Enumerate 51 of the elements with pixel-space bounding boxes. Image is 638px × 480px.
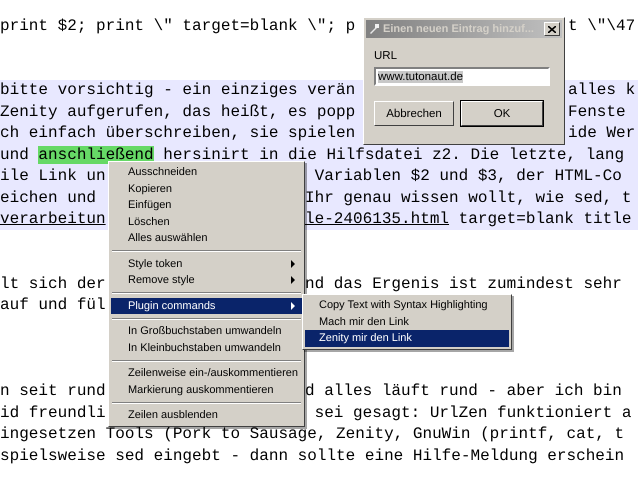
code-text: Ihr genau wissen wollt, wie sed, t [305, 188, 632, 207]
link-text: le-2406135.html [305, 210, 450, 228]
menu-item[interactable]: In Großbuchstaben umwandeln [111, 323, 302, 340]
code-text: id freundli [0, 404, 106, 422]
code-text: Zenity aufgerufen, das heißt, es popp [0, 102, 356, 121]
menu-item[interactable]: Copy Text with Syntax Highlighting [305, 297, 509, 314]
app-icon [369, 24, 379, 34]
code-text: ide Wer [568, 124, 636, 142]
code-text: target=blank title [458, 210, 632, 228]
highlighted-word: anschließend [38, 146, 154, 164]
code-text: alles k [568, 81, 636, 100]
code-text: ile Link un [0, 167, 106, 186]
menu-item[interactable]: Ausschneiden [111, 164, 302, 180]
close-icon [548, 26, 556, 32]
menu-item[interactable]: Alles auswählen [111, 230, 302, 246]
code-text: bitte vorsichtig - ein einziges verän [0, 81, 356, 100]
url-field[interactable]: www.tutonaut.de [374, 67, 550, 86]
code-text: eichen und [0, 188, 96, 207]
menu-item[interactable]: Style token [111, 256, 302, 272]
menu-item[interactable]: Remove style [111, 272, 302, 288]
code-text: Fenste [568, 102, 626, 121]
code-text: und [0, 146, 30, 164]
code-text: ch einfach überschreiben, sie spielen [0, 124, 356, 142]
dialog-button[interactable]: OK [461, 101, 543, 126]
code-text: spielsweise sed eingebt - dann sollte eine Hilfe-Meldung erschein [0, 446, 624, 465]
code-text: n seit rund [0, 382, 106, 400]
close-button[interactable] [544, 22, 560, 36]
menu-item[interactable]: Mach mir den Link [305, 314, 509, 330]
code-text: print $2; print \" target=blank \"; p [0, 16, 356, 35]
code-text: nd das Ergenis ist zumindest sehr [305, 274, 622, 293]
code-text: hersinirt in die Hilfsdatei z2. Die letzte, lang [162, 146, 624, 164]
menu-item[interactable]: Löschen [111, 214, 302, 230]
code-text: sei gesagt: UrlZen funktioniert a [314, 404, 632, 422]
link-text: verarbeitun [0, 210, 106, 228]
menu-item[interactable]: Markierung auskommentieren [111, 382, 302, 398]
menu-item[interactable]: In Kleinbuchstaben umwandeln [111, 340, 302, 356]
menu-item[interactable]: Zeilenweise ein-/auskommentieren [111, 365, 302, 382]
code-text: t \"\47 [568, 16, 636, 35]
field-label: URL [374, 50, 398, 62]
menu-item[interactable]: Einfügen [111, 197, 302, 214]
code-text: ingesetzen Tools (Pork to Sausage, Zenity, GnuWin (printf, cat, t [0, 425, 624, 444]
code-text: d alles läuft rund - aber ich bin [305, 382, 622, 400]
menu-item[interactable]: Zeilen ausblenden [111, 407, 302, 424]
submenu-arrow-icon [291, 302, 296, 310]
code-text: lt sich der [0, 274, 106, 293]
dialog-button[interactable]: Abbrechen [374, 101, 454, 126]
menu-item[interactable]: Plugin commands [111, 298, 302, 314]
menu-item[interactable]: Zenity mir den Link [305, 330, 509, 346]
code-text: Variablen $2 und $3, der HTML-Co [314, 167, 622, 186]
menu-item[interactable]: Kopieren [111, 180, 302, 197]
code-text: auf und fül [0, 296, 106, 314]
